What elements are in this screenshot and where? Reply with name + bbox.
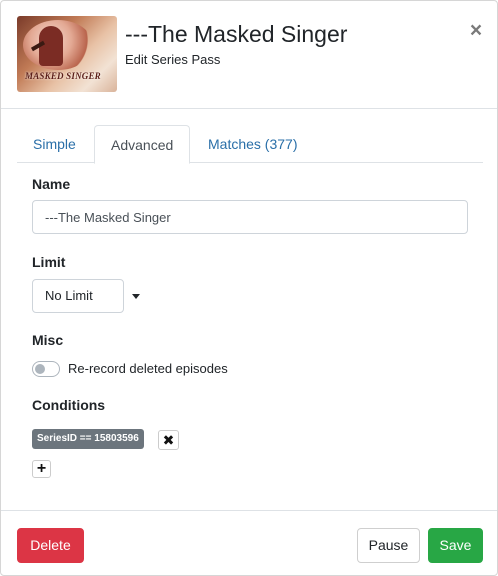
name-label: Name	[32, 176, 71, 192]
misc-label: Misc	[32, 332, 64, 348]
pause-button[interactable]: Pause	[357, 528, 420, 563]
caret-down-icon	[132, 294, 140, 299]
dialog-footer: Delete Pause Save	[1, 510, 497, 576]
name-input[interactable]	[32, 200, 468, 234]
series-poster: MASKED SINGER	[17, 16, 117, 92]
dialog-header: MASKED SINGER ---The Masked Singer Edit …	[1, 1, 497, 109]
conditions-label: Conditions	[32, 397, 106, 413]
poster-wordmark: MASKED SINGER	[25, 71, 101, 81]
tab-bar: Simple Advanced Matches (377)	[17, 125, 483, 164]
page-subtitle: Edit Series Pass	[125, 52, 221, 67]
add-condition-button[interactable]: +	[32, 460, 51, 478]
close-button[interactable]: ×	[467, 20, 485, 42]
toggle-knob	[35, 364, 45, 374]
tab-matches[interactable]: Matches (377)	[192, 125, 313, 163]
poster-figure	[39, 26, 63, 66]
rerecord-toggle[interactable]	[32, 361, 60, 377]
tab-simple[interactable]: Simple	[17, 125, 92, 163]
rerecord-toggle-label[interactable]: Re-record deleted episodes	[68, 361, 228, 377]
page-title: ---The Masked Singer	[125, 21, 348, 47]
delete-button[interactable]: Delete	[17, 528, 84, 563]
remove-condition-button[interactable]: ✖	[158, 430, 179, 450]
save-button[interactable]: Save	[428, 528, 483, 563]
tab-advanced[interactable]: Advanced	[94, 125, 191, 164]
series-pass-dialog: MASKED SINGER ---The Masked Singer Edit …	[0, 0, 498, 576]
limit-selected-value: No Limit	[45, 288, 93, 303]
limit-label: Limit	[32, 254, 66, 270]
limit-dropdown[interactable]: No Limit	[32, 279, 140, 313]
condition-badge: SeriesID == 15803596	[32, 429, 144, 449]
